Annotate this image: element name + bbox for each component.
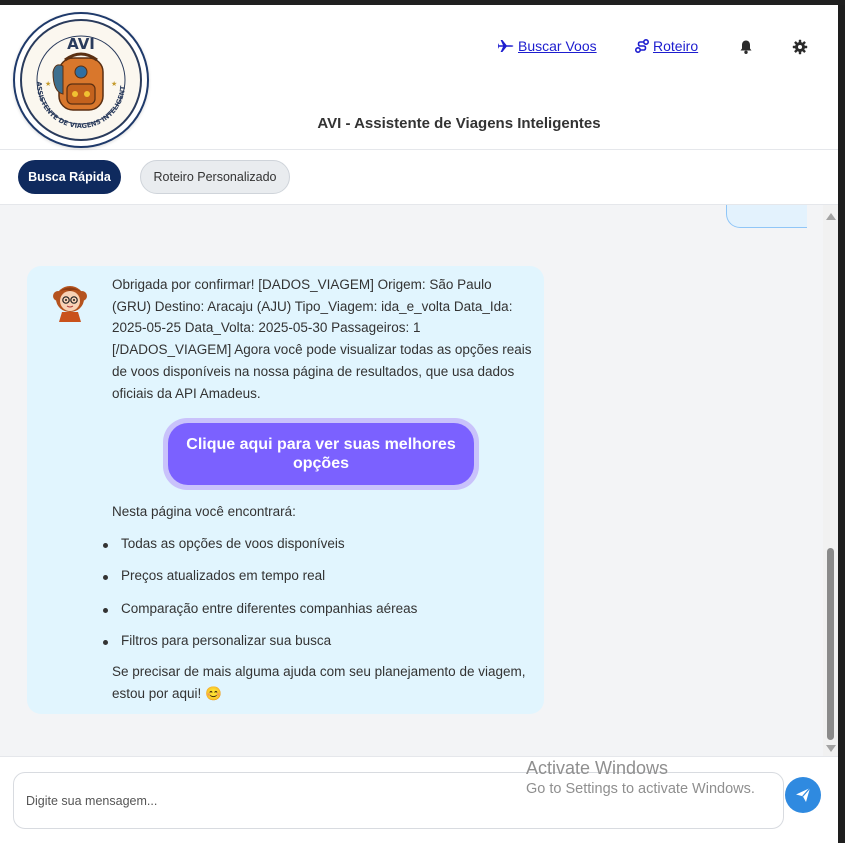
gear-icon[interactable]: [792, 39, 808, 55]
app-window: Buscar Voos Roteiro AVI - Assistente de …: [0, 5, 838, 843]
nav-buscar-voos-label: Buscar Voos: [518, 38, 597, 54]
cta-button-ring: Clique aqui para ver suas melhores opçõe…: [163, 418, 479, 490]
chat-scrollbar[interactable]: [823, 205, 838, 757]
composer: [0, 756, 838, 843]
send-button[interactable]: [785, 777, 821, 813]
tab-roteiro-personalizado[interactable]: Roteiro Personalizado: [140, 160, 290, 194]
assistant-avatar-icon: [53, 286, 87, 322]
logo-text: AVI: [67, 35, 95, 53]
nav-buscar-voos[interactable]: Buscar Voos: [498, 38, 597, 54]
list-item: Todas as opções de voos disponíveis: [103, 536, 417, 568]
bot-intro-text: Obrigada por confirmar! [DADOS_VIAGEM] O…: [112, 277, 532, 401]
list-item: Comparação entre diferentes companhias a…: [103, 601, 417, 633]
scrollbar-thumb[interactable]: [827, 548, 834, 740]
airplane-icon: [498, 40, 514, 52]
scroll-down-arrow-icon[interactable]: [826, 745, 836, 752]
bot-closing-text: Se precisar de mais alguma ajuda com seu…: [112, 664, 526, 701]
bot-message-bubble: Obrigada por confirmar! [DADOS_VIAGEM] O…: [27, 266, 544, 714]
route-icon: [635, 39, 649, 53]
chat-area: Obrigada por confirmar! [DADOS_VIAGEM] O…: [0, 205, 822, 755]
svg-text:★: ★: [45, 80, 51, 88]
feature-list: Todas as opções de voos disponíveis Preç…: [103, 536, 417, 666]
mode-tabs: Busca Rápida Roteiro Personalizado: [0, 150, 838, 205]
svg-text:★: ★: [111, 80, 117, 88]
list-intro: Nesta página você encontrará:: [112, 504, 296, 519]
list-item: Preços atualizados em tempo real: [103, 568, 417, 600]
user-message-bubble: [726, 205, 807, 228]
view-options-button[interactable]: Clique aqui para ver suas melhores opçõe…: [168, 423, 474, 485]
nav-roteiro-label: Roteiro: [653, 38, 699, 54]
bell-icon[interactable]: [738, 39, 754, 55]
nav-roteiro[interactable]: Roteiro: [635, 38, 698, 54]
send-icon: [796, 787, 811, 802]
scroll-up-arrow-icon[interactable]: [826, 213, 836, 220]
message-input[interactable]: [13, 772, 784, 829]
backpack-logo-icon: AVI ★ ★ ASSISTENTE DE VIAGENS INTELIGENT…: [13, 8, 142, 141]
tab-busca-rapida[interactable]: Busca Rápida: [18, 160, 121, 194]
avi-logo[interactable]: AVI ★ ★ ASSISTENTE DE VIAGENS INTELIGENT…: [13, 8, 149, 148]
